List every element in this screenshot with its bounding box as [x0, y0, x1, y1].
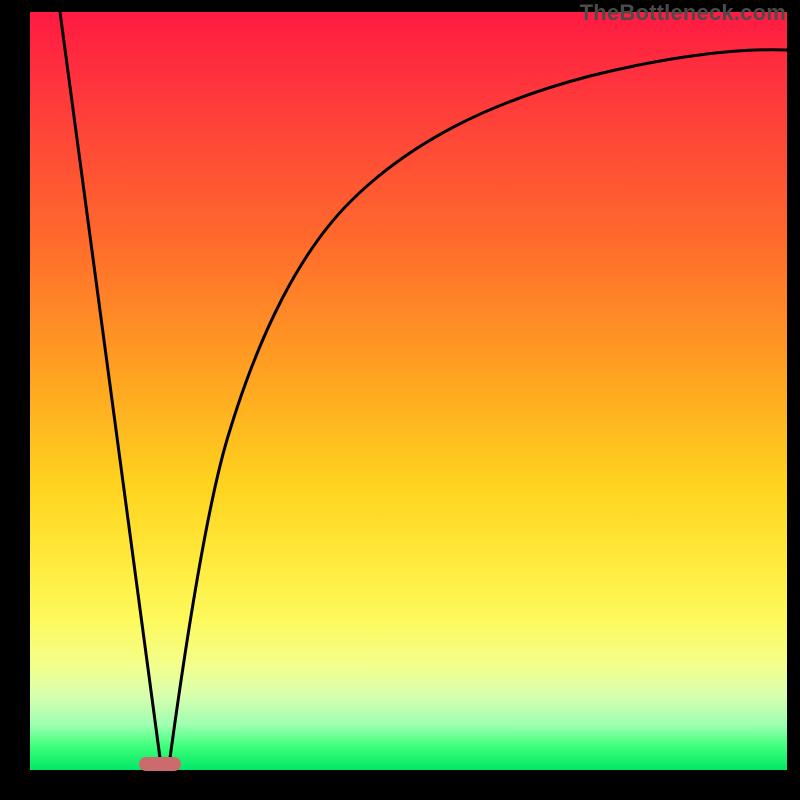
bottleneck-curve: [30, 12, 787, 770]
curve-left-descent: [60, 12, 160, 758]
bottleneck-marker: [139, 757, 181, 771]
chart-frame: TheBottleneck.com: [0, 0, 800, 800]
curve-right-rise: [170, 50, 787, 758]
watermark-text: TheBottleneck.com: [580, 0, 786, 26]
plot-area: [30, 12, 787, 770]
